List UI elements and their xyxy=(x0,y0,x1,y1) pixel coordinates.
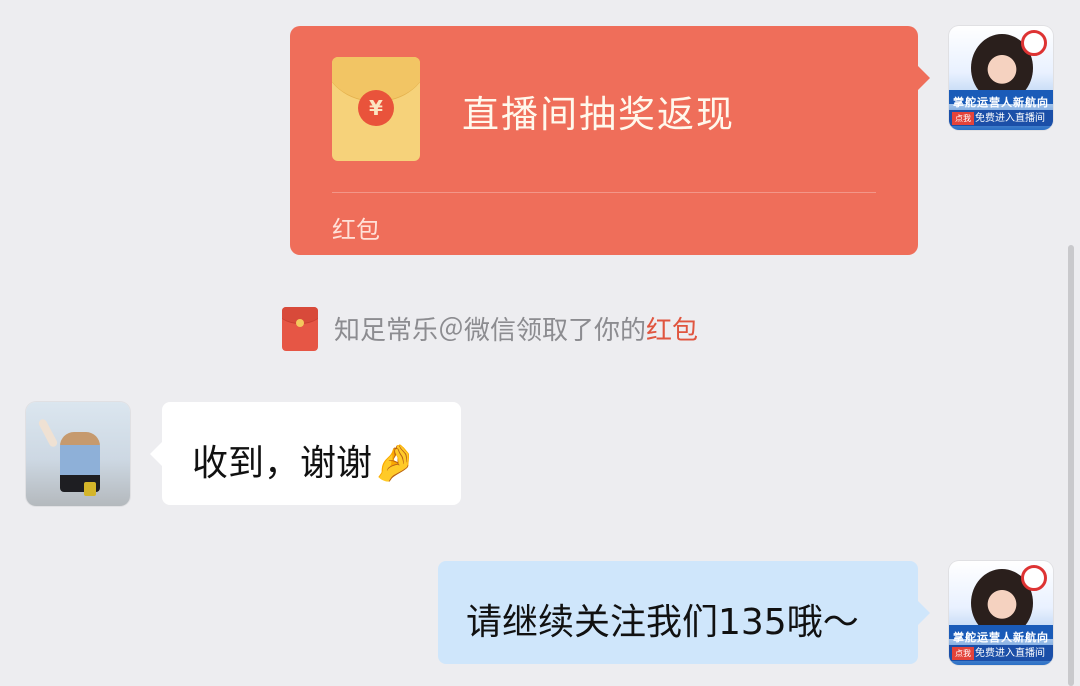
message-text: 请继续关注我们135哦～ xyxy=(466,602,859,643)
red-packet-title: 直播间抽奖返现 xyxy=(462,93,735,136)
avatar[interactable]: 掌舵运营人新航向 点我 免费进入直播间 xyxy=(949,561,1053,665)
speed-sign-icon xyxy=(1021,30,1047,56)
red-packet-icon xyxy=(282,306,318,351)
avatar[interactable]: 掌舵运营人新航向 点我 免费进入直播间 xyxy=(949,26,1053,130)
incoming-message-bubble[interactable]: 收到，谢谢🤌 xyxy=(150,402,461,505)
notice-text: 知足常乐＠微信领取了你的 xyxy=(334,316,647,346)
avatar-banner-text: 掌舵运营人新航向 xyxy=(953,631,1049,644)
yuan-coin-icon: ¥ xyxy=(358,90,394,126)
red-packet-envelope-icon: ¥ xyxy=(332,57,420,161)
divider xyxy=(332,192,876,193)
avatar-banner-subtext: 免费进入直播间 xyxy=(975,648,1045,659)
avatar-tag: 点我 xyxy=(952,647,974,660)
system-notice: 知足常乐＠微信领取了你的 红包 xyxy=(282,306,698,351)
avatar-banner-subtext: 免费进入直播间 xyxy=(975,113,1045,124)
pinched-fingers-emoji: 🤌 xyxy=(372,443,417,484)
contact-avatar[interactable] xyxy=(26,402,130,506)
red-packet-link[interactable]: 红包 xyxy=(646,310,698,347)
speed-sign-icon xyxy=(1021,565,1047,591)
message-text: 收到，谢谢 xyxy=(192,443,373,484)
red-packet-label: 红包 xyxy=(332,216,380,244)
outgoing-message-bubble[interactable]: 请继续关注我们135哦～ xyxy=(438,561,930,664)
red-packet-message[interactable]: ¥ 直播间抽奖返现 红包 xyxy=(290,26,930,255)
avatar-banner-text: 掌舵运营人新航向 xyxy=(953,96,1049,109)
scrollbar[interactable] xyxy=(1068,245,1074,686)
avatar-tag: 点我 xyxy=(952,112,974,125)
